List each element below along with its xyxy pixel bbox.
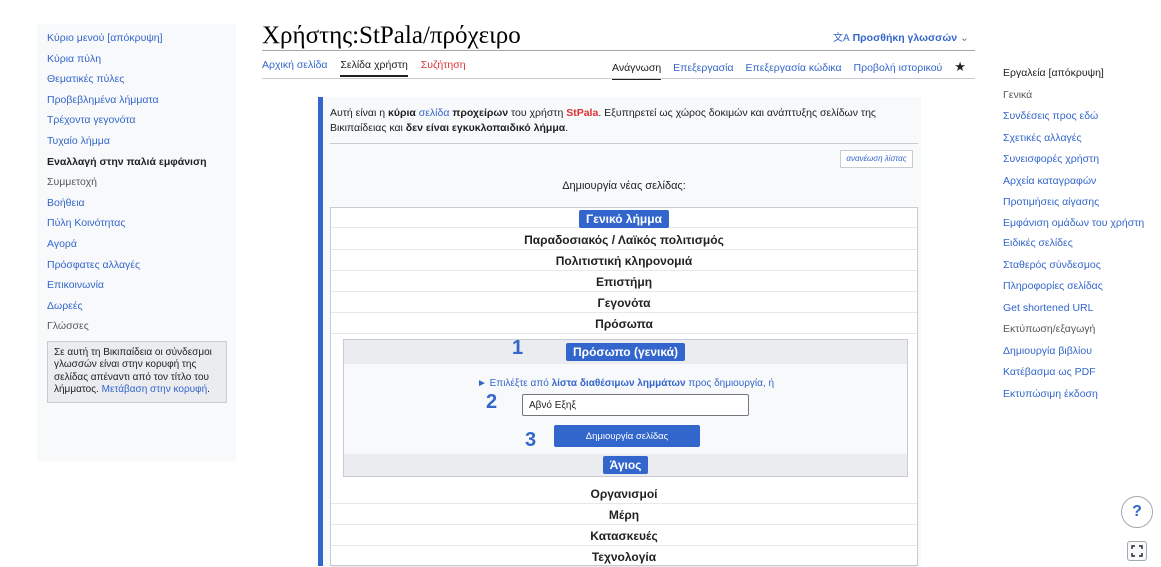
- category-list: Γενικό λήμμα Παραδοσιακός / Λαϊκός πολιτ…: [330, 207, 918, 567]
- step-marker-1: 1: [512, 337, 524, 359]
- category-row[interactable]: Επιστήμη: [331, 272, 917, 292]
- tools-item-permalink[interactable]: Σταθερός σύνδεσμος: [1003, 259, 1153, 272]
- step-marker-3: 3: [525, 429, 537, 451]
- category-row[interactable]: Μέρη: [331, 505, 917, 525]
- tab-history[interactable]: Προβολή ιστορικού: [854, 62, 943, 74]
- tabs-divider: [262, 78, 975, 79]
- left-sidebar: Κύριο μενού [απόκρυψη] Κύρια πύλη Θεματι…: [37, 24, 236, 461]
- namespace-tabs: Αρχική σελίδα Σελίδα χρήστη Συζήτηση: [262, 59, 476, 77]
- category-badge-person[interactable]: Πρόσωπο (γενικά): [566, 343, 685, 361]
- category-badge-saint[interactable]: Άγιος: [602, 456, 649, 474]
- intro-page-link[interactable]: σελίδα: [416, 107, 450, 119]
- intro-part: του χρήστη: [508, 107, 567, 119]
- step-marker-2: 2: [486, 391, 498, 413]
- choose-prefix: ► Επιλέξτε από: [476, 378, 552, 389]
- tools-item-what-links-here[interactable]: Συνδέσεις προς εδώ: [1003, 110, 1153, 123]
- languages-notice: Σε αυτή τη Βικιπαίδεια οι σύνδεσμοι γλωσ…: [47, 340, 227, 403]
- create-page-button[interactable]: Δημιουργία σελίδας: [554, 425, 700, 447]
- sidebar-item-help[interactable]: Βοήθεια: [47, 193, 226, 214]
- page-title: Χρήστης:StPala/πρόχειρο: [262, 22, 521, 49]
- fullscreen-icon: [1131, 545, 1143, 557]
- tools-sidebar: Εργαλεία [απόκρυψη] Γενικά Συνδέσεις προ…: [1003, 67, 1153, 409]
- add-languages-button[interactable]: 文A Προσθήκη γλωσσών ⌄: [833, 29, 969, 44]
- main-menu-header[interactable]: Κύριο μενού [απόκρυψη]: [47, 28, 226, 49]
- intro-bold: προχείρων: [452, 107, 509, 119]
- sidebar-item-donate[interactable]: Δωρεές: [47, 296, 226, 317]
- available-articles-link[interactable]: λίστα διαθέσιμων λημμάτων: [552, 378, 686, 389]
- tools-item-page-info[interactable]: Πληροφορίες σελίδας: [1003, 280, 1153, 293]
- sidebar-item-community[interactable]: Πύλη Κοινότητας: [47, 213, 226, 234]
- user-link[interactable]: StPala: [566, 107, 598, 119]
- person-panel-header: Πρόσωπο (γενικά): [344, 340, 907, 364]
- intro-bold: κύρια: [388, 107, 416, 119]
- create-page-heading: Δημιουργία νέας σελίδας:: [562, 180, 686, 192]
- tab-user-page[interactable]: Σελίδα χρήστη: [340, 59, 408, 77]
- watch-star-icon[interactable]: ★: [954, 59, 966, 74]
- sidebar-item-agora[interactable]: Αγορά: [47, 234, 226, 255]
- tools-heading-general: Γενικά: [1003, 88, 1033, 101]
- tools-item-special-pages[interactable]: Ειδικές σελίδες: [1003, 237, 1153, 250]
- choose-from-list: ► Επιλέξτε από λίστα διαθέσιμων λημμάτων…: [344, 378, 907, 389]
- category-row: Γενικό λήμμα: [331, 208, 917, 228]
- tab-edit[interactable]: Επεξεργασία: [673, 62, 734, 74]
- sidebar-item-old-skin[interactable]: Εναλλαγή στην παλιά εμφάνιση: [47, 152, 226, 173]
- sidebar-item-recent-changes[interactable]: Πρόσφατες αλλαγές: [47, 255, 226, 276]
- expand-icon[interactable]: [1127, 541, 1147, 561]
- intro-text: Αυτή είναι η κύρια σελίδα προχείρων του …: [330, 106, 915, 136]
- languages-notice-end: .: [207, 384, 210, 396]
- tools-item-user-contribs[interactable]: Συνεισφορές χρήστη: [1003, 153, 1153, 166]
- category-row[interactable]: Τεχνολογία: [331, 547, 917, 567]
- view-tabs: Ανάγνωση Επεξεργασία Επεξεργασία κώδικα …: [612, 59, 975, 80]
- add-languages-label: Προσθήκη γλωσσών: [852, 32, 958, 44]
- sidebar-heading-contribute: Συμμετοχή: [47, 176, 97, 189]
- tools-item-short-url[interactable]: Get shortened URL: [1003, 302, 1153, 315]
- tools-header[interactable]: Εργαλεία [απόκρυψη]: [1003, 67, 1153, 80]
- tools-item-printable[interactable]: Εκτυπώσιμη έκδοση: [1003, 388, 1153, 401]
- category-row[interactable]: Γεγονότα: [331, 293, 917, 313]
- new-page-name-input[interactable]: [522, 394, 749, 416]
- category-row[interactable]: Κατασκευές: [331, 526, 917, 546]
- tools-item-logs[interactable]: Αρχεία καταγραφών: [1003, 175, 1153, 188]
- intro-part: .: [565, 122, 569, 134]
- intro-part: Αυτή είναι η: [330, 107, 388, 119]
- chevron-down-icon: ⌄: [959, 32, 969, 44]
- refresh-list-button[interactable]: ανανέωση λίστας: [840, 150, 913, 168]
- title-divider: [262, 50, 975, 51]
- category-row[interactable]: Πολιτιστική κληρονομιά: [331, 251, 917, 271]
- tab-edit-source[interactable]: Επεξεργασία κώδικα: [746, 62, 842, 74]
- tab-home[interactable]: Αρχική σελίδα: [262, 59, 328, 71]
- sidebar-item-current-events[interactable]: Τρέχοντα γεγονότα: [47, 110, 226, 131]
- choose-suffix: προς δημιουργία, ή: [685, 378, 775, 389]
- go-to-top-link[interactable]: Μετάβαση στην κορυφή: [102, 384, 208, 395]
- sidebar-item-random[interactable]: Τυχαίο λήμμα: [47, 131, 226, 152]
- tools-heading-print: Εκτύπωση/εξαγωγή: [1003, 323, 1096, 335]
- tools-item-user-groups[interactable]: Εμφάνιση ομάδων του χρήστη: [1003, 217, 1153, 229]
- tab-talk[interactable]: Συζήτηση: [421, 59, 466, 71]
- tools-item-download-pdf[interactable]: Κατέβασμα ως PDF: [1003, 366, 1153, 379]
- translate-icon: 文A: [833, 33, 850, 44]
- person-panel: Πρόσωπο (γενικά) ► Επιλέξτε από λίστα δι…: [343, 339, 908, 477]
- intro-separator: [330, 143, 918, 144]
- sidebar-item-main-portal[interactable]: Κύρια πύλη: [47, 49, 226, 70]
- saint-bar: Άγιος: [344, 454, 907, 476]
- help-button[interactable]: ?: [1121, 496, 1153, 528]
- intro-bold: δεν είναι εγκυκλοπαιδικό λήμμα: [405, 122, 566, 134]
- tools-item-create-book[interactable]: Δημιουργία βιβλίου: [1003, 345, 1153, 358]
- tools-item-related-changes[interactable]: Σχετικές αλλαγές: [1003, 132, 1153, 145]
- category-row[interactable]: Πρόσωπα: [331, 314, 917, 334]
- category-row[interactable]: Οργανισμοί: [331, 484, 917, 504]
- tools-item-preferences[interactable]: Προτιμήσεις αίγασης: [1003, 196, 1153, 209]
- category-row[interactable]: Παραδοσιακός / Λαϊκός πολιτισμός: [331, 230, 917, 250]
- sidebar-heading-languages: Γλώσσες: [47, 320, 89, 333]
- sidebar-item-featured[interactable]: Προβεβλημένα λήμματα: [47, 90, 226, 111]
- sidebar-item-contact[interactable]: Επικοινωνία: [47, 275, 226, 296]
- sidebar-item-portals[interactable]: Θεματικές πύλες: [47, 69, 226, 90]
- category-badge-general[interactable]: Γενικό λήμμα: [579, 210, 669, 228]
